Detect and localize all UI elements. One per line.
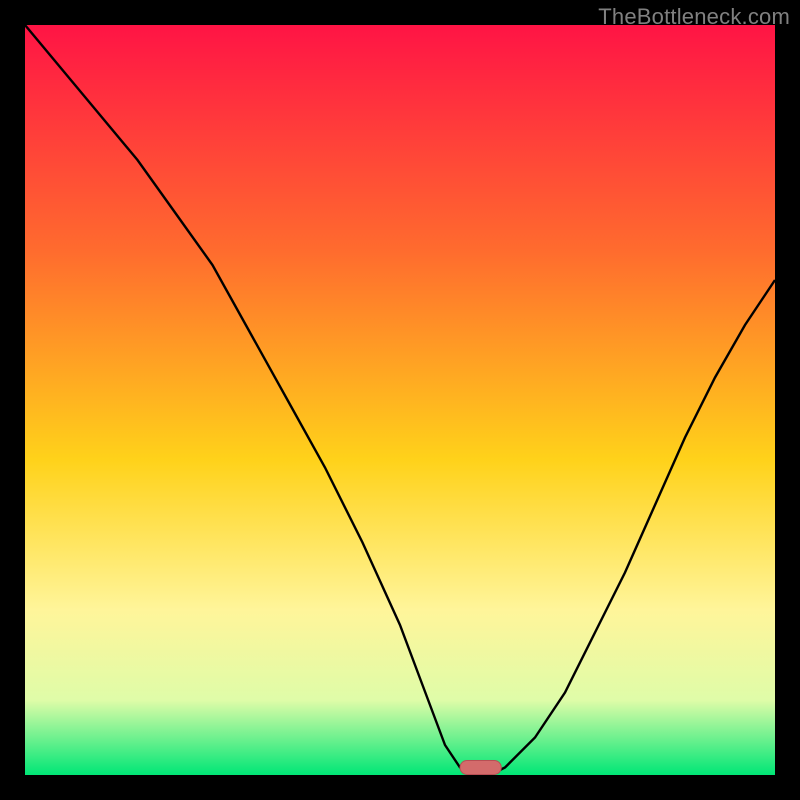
chart-frame: TheBottleneck.com xyxy=(0,0,800,800)
optimum-marker xyxy=(460,761,501,775)
bottleneck-chart xyxy=(25,25,775,775)
watermark-label: TheBottleneck.com xyxy=(598,4,790,30)
gradient-background xyxy=(25,25,775,775)
plot-area xyxy=(25,25,775,775)
